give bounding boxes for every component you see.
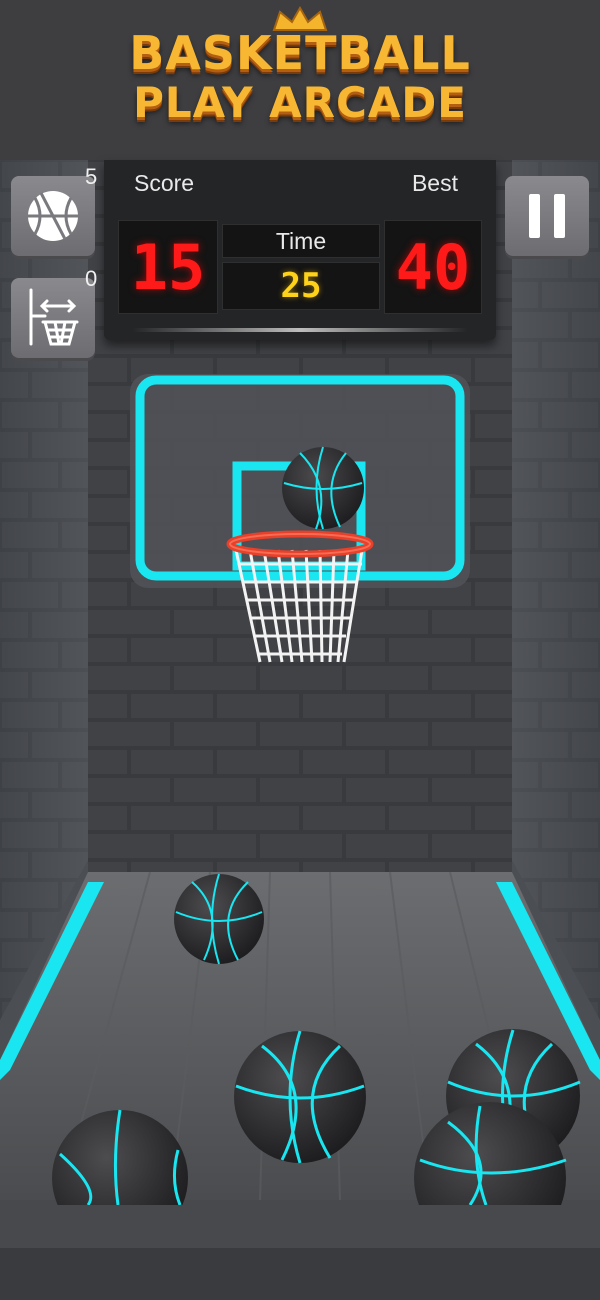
score-label: Score xyxy=(134,170,195,196)
game-title-line-2: PLAY ARCADE xyxy=(133,78,467,127)
time-display: 25 xyxy=(222,262,380,310)
ball-2 xyxy=(234,1030,366,1164)
hoop xyxy=(226,530,374,663)
pause-icon xyxy=(529,194,565,238)
score-display: 15 xyxy=(118,220,218,314)
score-value: 15 xyxy=(130,230,206,304)
ball-powerup-button[interactable] xyxy=(11,176,95,256)
ball-rack xyxy=(52,873,581,1205)
best-label: Best xyxy=(411,170,458,196)
best-value: 40 xyxy=(395,230,471,304)
best-display: 40 xyxy=(384,220,482,314)
ball-1 xyxy=(174,873,264,965)
scoreboard-light-strip xyxy=(132,328,468,332)
scoreboard: Score Best 15 Time 25 40 xyxy=(104,160,496,340)
time-label-panel: Time xyxy=(222,224,380,258)
ball-powerup-count: 5 xyxy=(85,164,98,189)
time-value: 25 xyxy=(280,266,322,306)
moving-hoop-icon xyxy=(29,288,79,346)
pause-button[interactable] xyxy=(505,176,589,256)
game-title-line-1: BASKETBALL xyxy=(129,26,471,80)
ball-4 xyxy=(52,1109,188,1205)
basketball-icon xyxy=(28,191,78,241)
ball-in-flight xyxy=(282,446,364,530)
time-label: Time xyxy=(275,227,327,254)
title-banner: BASKETBALL PLAY ARCADE xyxy=(0,0,600,160)
hoop-powerup-count: 0 xyxy=(85,266,98,291)
hoop-powerup-button[interactable] xyxy=(11,278,95,358)
